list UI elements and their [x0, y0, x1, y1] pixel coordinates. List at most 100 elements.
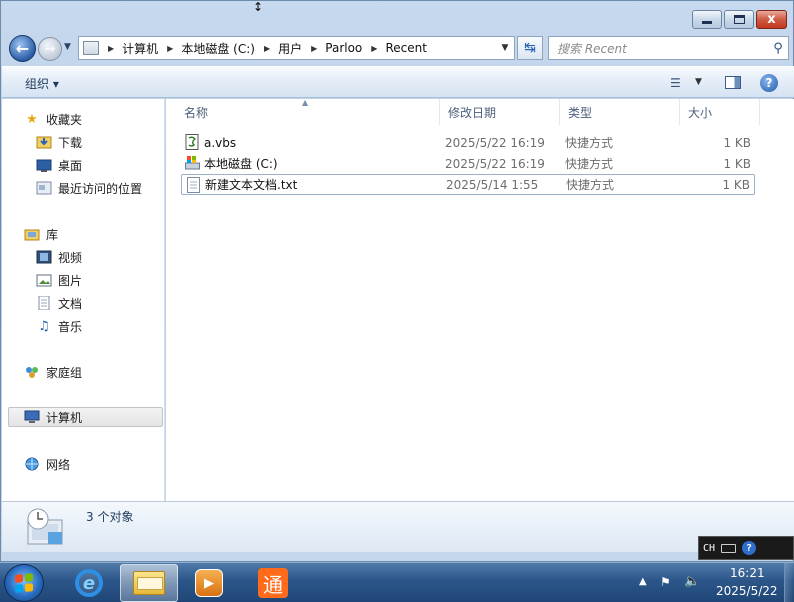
action-center-icon[interactable]: ⚑ [660, 575, 674, 589]
drive-icon [185, 156, 200, 170]
tong-app-icon: 通 [258, 568, 288, 598]
file-type: 快捷方式 [566, 178, 615, 192]
breadcrumb-separator-icon[interactable]: ▶ [264, 44, 270, 53]
window-controls: x [692, 10, 787, 29]
breadcrumb-separator-icon[interactable]: ▶ [371, 44, 377, 53]
column-header-name[interactable]: 名称 [176, 99, 440, 125]
system-tray: ▲ ⚑ 🔈 16:21 2025/5/22 [632, 563, 794, 602]
nav-item-pictures[interactable]: 图片 [36, 270, 82, 290]
minimize-button[interactable] [692, 10, 722, 29]
file-date: 2025/5/22 16:19 [445, 156, 545, 171]
nav-homegroup[interactable]: 家庭组 [24, 362, 82, 382]
view-options-dropdown[interactable]: ▼ [695, 77, 702, 87]
nav-favorites[interactable]: ★ 收藏夹 [24, 109, 82, 129]
nav-item-recent-places[interactable]: 最近访问的位置 [36, 178, 142, 198]
back-button[interactable]: ← [9, 35, 36, 62]
change-view-icon[interactable]: ☰ [670, 76, 681, 90]
navigation-pane: ★ 收藏夹 下载 桌面 最近访问的位置 库 视频 图片 文档 ♫ 音乐 家庭组 … [2, 99, 165, 501]
title-bar[interactable]: x [1, 1, 793, 31]
volume-icon[interactable]: 🔈 [684, 574, 700, 589]
file-type: 快捷方式 [565, 157, 614, 171]
breadcrumb-separator-icon[interactable]: ▶ [167, 44, 173, 53]
maximize-button[interactable] [724, 10, 754, 29]
text-file-icon [187, 177, 200, 193]
windows-logo-icon [15, 573, 33, 593]
breadcrumb-separator-icon[interactable]: ▶ [108, 44, 114, 53]
keyboard-icon[interactable] [721, 543, 737, 553]
file-row[interactable]: a.vbs 2025/5/22 16:19 快捷方式 1 KB [181, 132, 755, 153]
taskbar-app-ie[interactable]: e [60, 564, 118, 602]
nav-item-music[interactable]: ♫ 音乐 [36, 316, 82, 336]
ime-help-icon[interactable]: ? [742, 541, 757, 555]
nav-libraries[interactable]: 库 [24, 224, 58, 244]
taskbar-app-media[interactable]: ▶ [180, 564, 238, 602]
file-name: 本地磁盘 (C:) [204, 157, 278, 171]
breadcrumb-computer[interactable]: 计算机 [122, 40, 158, 57]
clock-date[interactable]: 2025/5/22 [716, 584, 778, 598]
picture-library-icon [36, 273, 52, 287]
mouse-cursor-icon: ↕ [253, 0, 264, 14]
help-button[interactable]: ? [760, 74, 778, 92]
nav-item-label: 音乐 [58, 319, 83, 334]
address-bar[interactable]: ▶ 计算机 ▶ 本地磁盘 (C:) ▶ 用户 ▶ Parloo ▶ Recent… [78, 36, 515, 60]
downloads-folder-icon [36, 135, 52, 149]
file-name: a.vbs [204, 135, 237, 150]
nav-item-videos[interactable]: 视频 [36, 247, 82, 267]
recent-pages-dropdown[interactable]: ▼ [64, 42, 71, 52]
nav-computer[interactable]: 计算机 [8, 407, 163, 427]
search-input[interactable]: 搜索 Recent ⚲ [548, 36, 789, 60]
column-header-size[interactable]: 大小 [680, 99, 760, 125]
nav-favorites-label: 收藏夹 [46, 112, 83, 127]
close-button[interactable]: x [756, 10, 787, 29]
column-header-date[interactable]: 修改日期 [440, 99, 560, 125]
search-icon[interactable]: ⚲ [768, 41, 788, 56]
address-row: ← → ▼ ▶ 计算机 ▶ 本地磁盘 (C:) ▶ 用户 ▶ Parloo ▶ … [1, 32, 793, 64]
file-name: 新建文本文档.txt [205, 178, 298, 192]
recent-items-icon [27, 508, 63, 545]
nav-computer-label: 计算机 [46, 410, 83, 425]
breadcrumb-users[interactable]: 用户 [278, 40, 302, 57]
homegroup-icon [24, 365, 40, 379]
nav-item-label: 文档 [58, 296, 83, 311]
minimize-icon [702, 21, 712, 24]
nav-item-label: 下载 [58, 135, 83, 150]
address-history-dropdown[interactable]: ▼ [496, 43, 514, 53]
refresh-button[interactable]: ↹ [517, 36, 543, 60]
internet-explorer-icon: e [75, 569, 103, 597]
breadcrumb-recent[interactable]: Recent [385, 41, 426, 55]
nav-item-downloads[interactable]: 下载 [36, 132, 82, 152]
file-date: 2025/5/22 16:19 [445, 135, 545, 150]
breadcrumb-drive-c[interactable]: 本地磁盘 (C:) [181, 40, 255, 57]
breadcrumb-separator-icon[interactable]: ▶ [311, 44, 317, 53]
help-icon: ? [765, 76, 773, 90]
column-header-type[interactable]: 类型 [560, 99, 680, 125]
nav-homegroup-label: 家庭组 [46, 365, 83, 380]
search-placeholder: 搜索 Recent [557, 41, 627, 56]
command-bar: 组织 ▾ ☰ ▼ ? [2, 66, 794, 98]
recent-places-icon [36, 181, 52, 195]
clock-time[interactable]: 16:21 [730, 566, 765, 580]
organize-button[interactable]: 组织 ▾ [25, 75, 59, 92]
show-hidden-icons-icon[interactable]: ▲ [639, 576, 647, 587]
show-desktop-button[interactable] [784, 563, 794, 602]
explorer-window: x ← → ▼ ▶ 计算机 ▶ 本地磁盘 (C:) ▶ 用户 ▶ Parloo … [0, 0, 794, 562]
file-date: 2025/5/14 1:55 [446, 177, 539, 192]
nav-item-label: 最近访问的位置 [58, 181, 143, 196]
nav-item-documents[interactable]: 文档 [36, 293, 82, 313]
language-bar[interactable]: CH ? [698, 536, 794, 560]
forward-button[interactable]: → [38, 37, 62, 61]
ime-language[interactable]: CH [703, 543, 715, 554]
network-icon [24, 457, 40, 471]
taskbar-app-tong[interactable]: 通 [244, 564, 302, 602]
video-library-icon [36, 250, 52, 264]
breadcrumb-parloo[interactable]: Parloo [325, 41, 362, 55]
arrow-right-icon: → [44, 41, 56, 57]
file-size: 1 KB [723, 135, 751, 150]
taskbar-app-explorer[interactable] [120, 564, 178, 602]
file-row[interactable]: 新建文本文档.txt 2025/5/14 1:55 快捷方式 1 KB [181, 174, 755, 195]
nav-network[interactable]: 网络 [24, 454, 70, 474]
preview-pane-icon[interactable] [725, 76, 741, 89]
nav-item-desktop[interactable]: 桌面 [36, 155, 82, 175]
start-button[interactable] [4, 564, 44, 602]
file-row[interactable]: 本地磁盘 (C:) 2025/5/22 16:19 快捷方式 1 KB [181, 153, 755, 174]
